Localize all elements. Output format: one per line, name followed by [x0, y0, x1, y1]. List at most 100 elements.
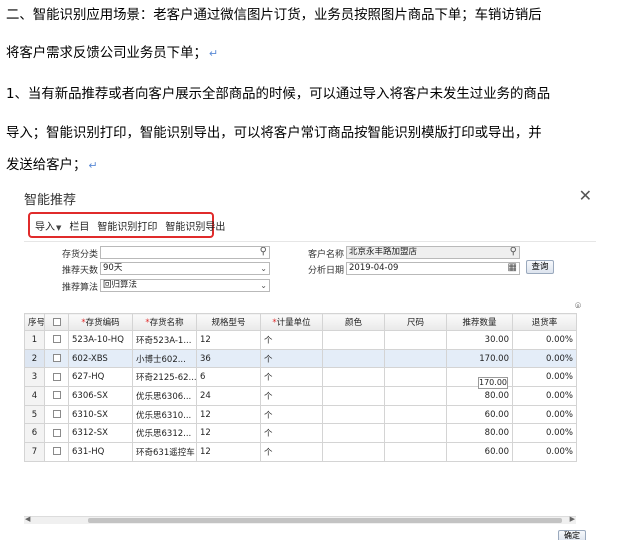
col-header-select[interactable] [44, 313, 69, 331]
row-color[interactable] [322, 386, 385, 406]
recommend-algo-select[interactable]: 回归算法 ⌄ [100, 279, 270, 292]
customer-name-input[interactable]: 北京永丰路加盟店 ⚲ [346, 246, 520, 259]
row-unit[interactable]: 个 [260, 404, 323, 425]
row-checkbox[interactable] [52, 428, 61, 437]
row-code[interactable]: 631-HQ [68, 442, 133, 462]
row-qty[interactable]: 60.00 [446, 404, 513, 425]
row-name[interactable]: 环奇2125-62... [132, 367, 197, 388]
row-size[interactable] [384, 404, 447, 425]
col-header-return-rate[interactable]: 退货率 [512, 313, 577, 331]
row-qty[interactable]: 80.00 [446, 386, 513, 406]
row-spec[interactable]: 12 [196, 404, 261, 425]
row-name[interactable]: 优乐思6312... [132, 423, 197, 444]
scrollbar-thumb[interactable] [88, 518, 562, 523]
query-button[interactable]: 查询 [526, 260, 554, 274]
row-code[interactable]: 627-HQ [68, 367, 133, 388]
row-size[interactable] [384, 348, 447, 369]
table-row[interactable]: 2 602-XBS 小博士602... 36 个 170.00 0.00% [24, 348, 577, 369]
row-spec[interactable]: 12 [196, 442, 261, 462]
row-qty[interactable]: 80.00 [446, 423, 513, 444]
confirm-button[interactable]: 确定 [558, 530, 586, 540]
select-all-checkbox[interactable] [52, 317, 61, 326]
row-select[interactable] [44, 386, 69, 406]
row-code[interactable]: 6312-SX [68, 423, 133, 444]
row-name[interactable]: 小博士602... [132, 348, 197, 369]
table-row[interactable]: 4 6306-SX 优乐思6306... 24 个 80.00 0.00% [24, 386, 577, 406]
row-color[interactable] [322, 423, 385, 444]
col-header-name[interactable]: *存货名称 [132, 313, 197, 331]
col-header-color[interactable]: 颜色 [322, 313, 385, 331]
row-select[interactable] [44, 442, 69, 462]
row-color[interactable] [322, 348, 385, 369]
analysis-date-input[interactable]: 2019-04-09 ▦ [346, 262, 520, 275]
row-select[interactable] [44, 330, 69, 350]
row-name[interactable]: 环奇631遥控车 [132, 442, 197, 462]
row-code[interactable]: 602-XBS [68, 348, 133, 369]
row-code[interactable]: 6306-SX [68, 386, 133, 406]
row-spec[interactable]: 12 [196, 330, 261, 350]
row-size[interactable] [384, 367, 447, 388]
row-qty[interactable]: 60.00 [446, 442, 513, 462]
col-header-code[interactable]: *存货编码 [68, 313, 133, 331]
smart-export-button[interactable]: 智能识别导出 [165, 218, 225, 233]
row-name[interactable]: 环奇523A-1... [132, 330, 197, 350]
smart-print-button[interactable]: 智能识别打印 [97, 218, 157, 233]
row-checkbox[interactable] [52, 372, 61, 381]
row-checkbox[interactable] [52, 335, 61, 344]
col-header-unit[interactable]: *计量单位 [260, 313, 323, 331]
row-color[interactable] [322, 367, 385, 388]
row-size[interactable] [384, 442, 447, 462]
row-select[interactable] [44, 348, 69, 369]
row-color[interactable] [322, 404, 385, 425]
row-select[interactable] [44, 423, 69, 444]
row-unit[interactable]: 个 [260, 423, 323, 444]
row-checkbox[interactable] [52, 410, 61, 419]
search-icon[interactable]: ⚲ [260, 247, 267, 257]
table-row[interactable]: 6 6312-SX 优乐思6312... 12 个 80.00 0.00% [24, 423, 577, 444]
scroll-right-icon[interactable]: ▶ [570, 515, 575, 523]
import-menu-button[interactable]: 导入▼ [35, 218, 61, 233]
row-qty[interactable]: 30.00 [446, 330, 513, 350]
table-row[interactable]: 7 631-HQ 环奇631遥控车 12 个 60.00 0.00% [24, 442, 577, 462]
row-size[interactable] [384, 330, 447, 350]
row-size[interactable] [384, 386, 447, 406]
row-spec[interactable]: 12 [196, 423, 261, 444]
row-seq: 6 [24, 423, 45, 444]
col-header-spec[interactable]: 规格型号 [196, 313, 261, 331]
row-select[interactable] [44, 404, 69, 425]
row-checkbox[interactable] [52, 354, 61, 363]
row-unit[interactable]: 个 [260, 348, 323, 369]
recommend-days-select[interactable]: 90天 ⌄ [100, 262, 270, 275]
table-row[interactable]: 1 523A-10-HQ 环奇523A-1... 12 个 30.00 0.00… [24, 330, 577, 350]
column-locate-icon[interactable]: ⌾ [575, 301, 581, 312]
row-unit[interactable]: 个 [260, 330, 323, 350]
inventory-class-input[interactable]: ⚲ [100, 246, 270, 259]
row-qty[interactable]: 170.00 [446, 348, 513, 369]
row-name[interactable]: 优乐思6306... [132, 386, 197, 406]
row-code[interactable]: 6310-SX [68, 404, 133, 425]
col-header-size[interactable]: 尺码 [384, 313, 447, 331]
row-color[interactable] [322, 442, 385, 462]
row-color[interactable] [322, 330, 385, 350]
row-spec[interactable]: 24 [196, 386, 261, 406]
horizontal-scrollbar[interactable]: ◀ ▶ [24, 515, 576, 524]
row-select[interactable] [44, 367, 69, 388]
row-unit[interactable]: 个 [260, 367, 323, 388]
col-header-seq[interactable]: 序号 [24, 313, 45, 331]
table-row[interactable]: 5 6310-SX 优乐思6310... 12 个 60.00 0.00% [24, 404, 577, 425]
close-icon[interactable]: ✕ [579, 186, 592, 205]
row-checkbox[interactable] [52, 447, 61, 456]
row-code[interactable]: 523A-10-HQ [68, 330, 133, 350]
search-icon[interactable]: ⚲ [510, 247, 517, 257]
columns-button[interactable]: 栏目 [69, 218, 89, 233]
scroll-left-icon[interactable]: ◀ [25, 515, 30, 523]
row-size[interactable] [384, 423, 447, 444]
row-name[interactable]: 优乐思6310... [132, 404, 197, 425]
calendar-icon[interactable]: ▦ [508, 263, 517, 273]
row-unit[interactable]: 个 [260, 442, 323, 462]
row-spec[interactable]: 36 [196, 348, 261, 369]
col-header-qty[interactable]: 推荐数量 [446, 313, 513, 331]
row-checkbox[interactable] [52, 391, 61, 400]
row-unit[interactable]: 个 [260, 386, 323, 406]
row-spec[interactable]: 6 [196, 367, 261, 388]
